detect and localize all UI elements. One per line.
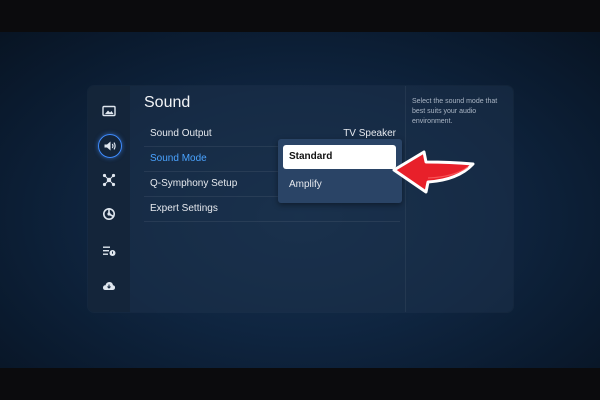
sound-output-value: TV Speaker [343, 128, 396, 139]
sound-mode-label: Sound Mode [150, 153, 207, 164]
support-list-icon[interactable] [99, 241, 119, 261]
option-standard-label: Standard [289, 151, 333, 162]
annotation-arrow-icon [392, 150, 475, 194]
letterbox-frame: Sound Sound Output TV Speaker Sound Mode… [0, 0, 600, 400]
general-icon[interactable] [99, 204, 119, 224]
description-text: Select the sound mode that best suits yo… [412, 98, 498, 125]
expert-settings-label: Expert Settings [150, 203, 218, 214]
page-title: Sound [144, 94, 191, 111]
sound-icon[interactable] [98, 134, 122, 158]
cloud-icon[interactable] [99, 276, 119, 296]
picture-icon[interactable] [99, 101, 119, 121]
q-symphony-setup-label: Q-Symphony Setup [150, 178, 238, 189]
settings-sidebar [88, 86, 130, 312]
connection-icon[interactable] [99, 170, 119, 190]
description-panel: Select the sound mode that best suits yo… [405, 86, 514, 312]
option-amplify[interactable]: Amplify [289, 179, 322, 190]
sound-output-label: Sound Output [150, 128, 212, 139]
